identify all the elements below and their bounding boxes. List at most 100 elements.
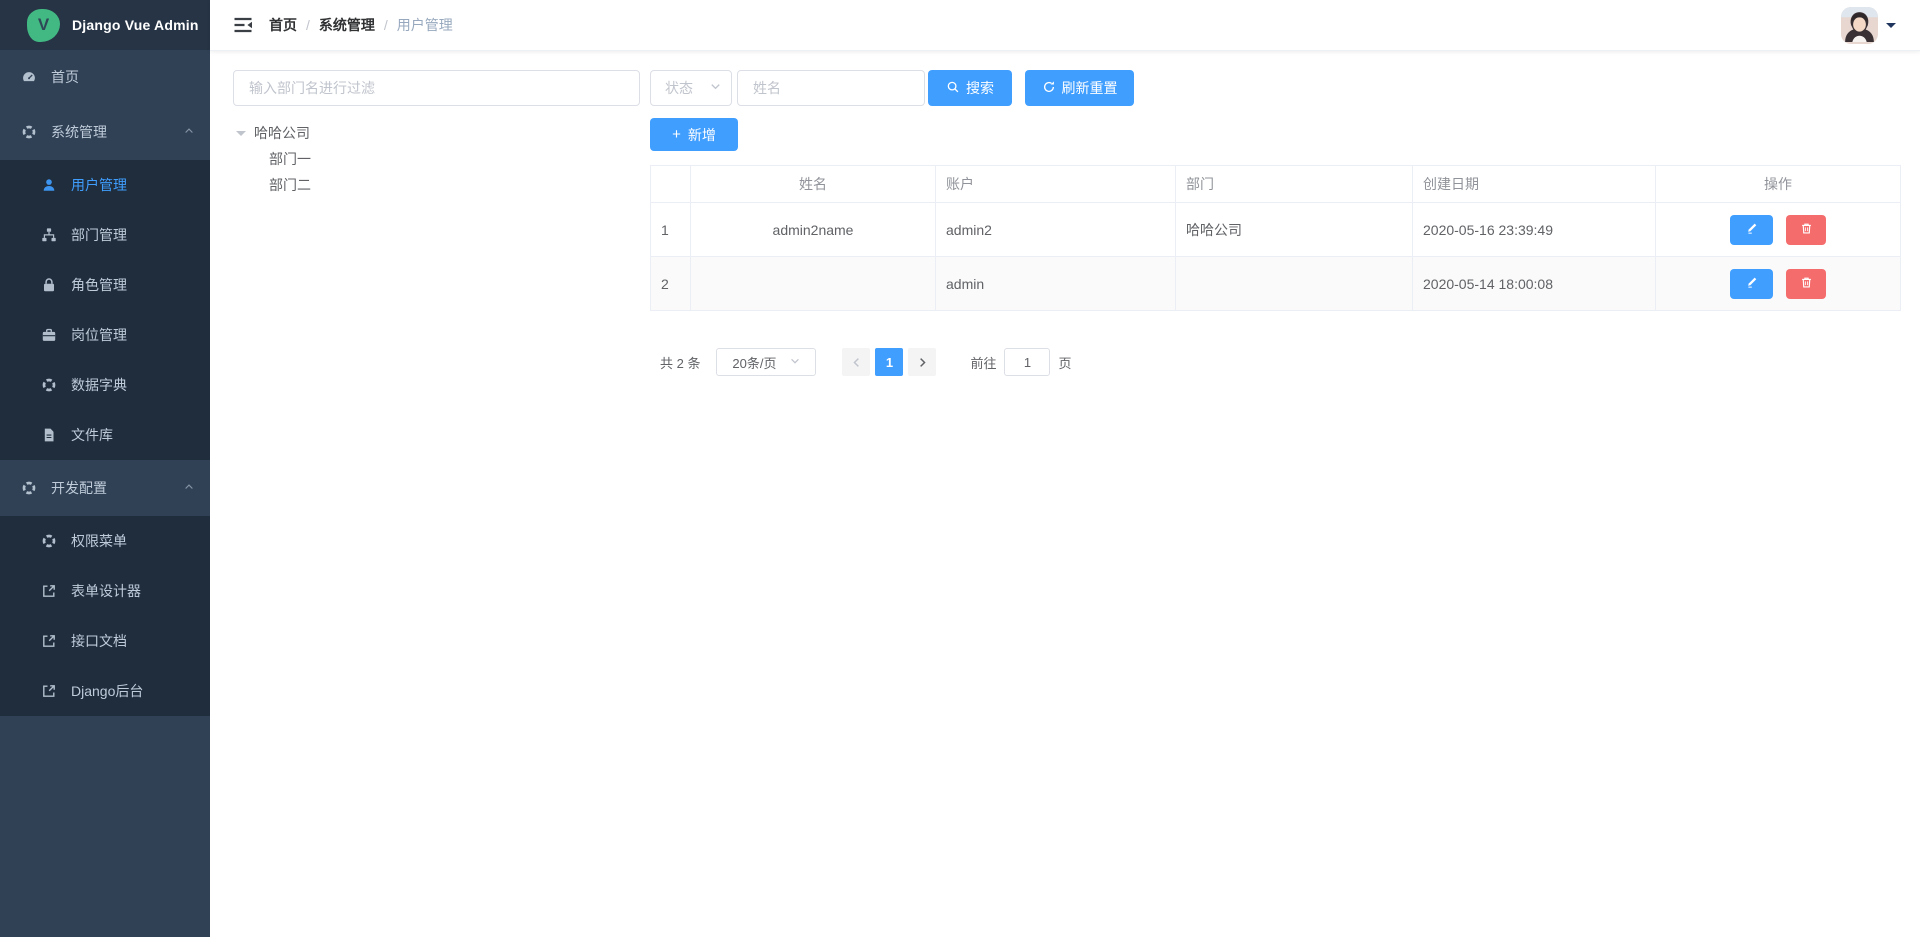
name-filter-input[interactable] (737, 70, 925, 106)
hamburger-collapse-icon[interactable] (233, 15, 253, 35)
page-unit-label: 页 (1058, 353, 1071, 372)
page-number-button[interactable]: 1 (875, 348, 903, 376)
breadcrumb-home[interactable]: 首页 (269, 15, 297, 35)
edit-button[interactable] (1730, 215, 1773, 245)
sidebar-item-label: 文件库 (71, 425, 113, 445)
col-header-account: 账户 (936, 166, 1176, 203)
chevron-down-icon (709, 80, 722, 96)
sidebar-item-label: 岗位管理 (71, 325, 127, 345)
tree-node-child[interactable]: 部门二 (233, 172, 640, 198)
sidebar-item-form-designer[interactable]: 表单设计器 (0, 566, 210, 616)
delete-button[interactable] (1786, 215, 1826, 245)
breadcrumb-system[interactable]: 系统管理 (319, 15, 375, 35)
add-button-label: 新增 (688, 125, 716, 145)
goto-label: 前往 (970, 353, 996, 372)
component-icon (40, 532, 58, 550)
edit-button[interactable] (1730, 269, 1773, 299)
col-header-actions: 操作 (1656, 166, 1901, 203)
table-row: 2 admin 2020-05-14 18:00:08 (651, 257, 1901, 311)
sidebar-item-label: 首页 (51, 67, 79, 87)
lock-icon (40, 276, 58, 294)
col-header-dept: 部门 (1176, 166, 1413, 203)
dept-tree: 哈哈公司 部门一 部门二 (233, 118, 640, 198)
top-navbar: 首页 / 系统管理 / 用户管理 (210, 0, 1920, 51)
refresh-icon (1042, 80, 1056, 97)
status-select-placeholder: 状态 (665, 78, 693, 98)
page-content: 状态 搜索 刷新重置 (210, 51, 1920, 937)
tree-node-label: 哈哈公司 (254, 123, 310, 143)
status-select[interactable]: 状态 (650, 70, 732, 106)
caret-down-icon[interactable] (1886, 23, 1896, 33)
sidebar-item-label: Django后台 (71, 681, 143, 701)
next-page-button[interactable] (908, 348, 936, 376)
user-icon (40, 176, 58, 194)
user-avatar[interactable] (1841, 7, 1878, 44)
delete-button[interactable] (1786, 269, 1826, 299)
cell-account: admin (936, 257, 1176, 311)
cell-index: 2 (651, 257, 691, 311)
app-window: V Django Vue Admin 首页 系统管理 (0, 0, 1920, 937)
logo-bar[interactable]: V Django Vue Admin (0, 0, 210, 50)
dept-filter-input[interactable] (233, 70, 640, 106)
external-link-icon (40, 632, 58, 650)
navbar-right (1841, 7, 1896, 44)
sidebar-item-user-mgmt[interactable]: 用户管理 (0, 160, 210, 210)
cell-created: 2020-05-16 23:39:49 (1413, 203, 1656, 257)
component-icon (20, 123, 38, 141)
sidebar-item-label: 用户管理 (71, 175, 127, 195)
table-panel: + 新增 姓名 账户 部门 (650, 118, 1900, 376)
sidebar-item-data-dict[interactable]: 数据字典 (0, 360, 210, 410)
user-table: 姓名 账户 部门 创建日期 操作 1 admin2name ad (650, 165, 1901, 311)
file-icon (40, 426, 58, 444)
cell-dept (1176, 257, 1413, 311)
sidebar-section-label: 系统管理 (51, 122, 107, 142)
cell-actions (1656, 257, 1901, 311)
breadcrumb: 首页 / 系统管理 / 用户管理 (269, 15, 453, 35)
breadcrumb-separator: / (306, 17, 310, 33)
refresh-reset-button[interactable]: 刷新重置 (1025, 70, 1134, 106)
sidebar-item-role-mgmt[interactable]: 角色管理 (0, 260, 210, 310)
pencil-icon (1745, 276, 1758, 292)
chevron-up-icon (183, 124, 195, 140)
component-icon (20, 479, 38, 497)
pencil-icon (1745, 222, 1758, 238)
sidebar-item-django-admin[interactable]: Django后台 (0, 666, 210, 716)
cell-name: admin2name (691, 203, 936, 257)
tree-node-child[interactable]: 部门一 (233, 146, 640, 172)
pagination-total: 共 2 条 (660, 353, 700, 372)
col-header-name: 姓名 (691, 166, 936, 203)
goto-page-input[interactable] (1004, 348, 1050, 376)
breadcrumb-current: 用户管理 (397, 15, 453, 35)
search-icon (946, 80, 960, 97)
page-size-select[interactable]: 20条/页 (716, 348, 816, 376)
sidebar-section-system[interactable]: 系统管理 (0, 104, 210, 160)
sidebar-item-label: 角色管理 (71, 275, 127, 295)
external-link-icon (40, 582, 58, 600)
search-button[interactable]: 搜索 (928, 70, 1012, 106)
sidebar-item-dept-mgmt[interactable]: 部门管理 (0, 210, 210, 260)
prev-page-button[interactable] (842, 348, 870, 376)
sidebar-item-api-docs[interactable]: 接口文档 (0, 616, 210, 666)
trash-icon (1800, 276, 1813, 292)
component-icon (40, 376, 58, 394)
cell-name (691, 257, 936, 311)
sidebar-item-perm-menu[interactable]: 权限菜单 (0, 516, 210, 566)
sidebar-item-file-library[interactable]: 文件库 (0, 410, 210, 460)
search-button-label: 搜索 (966, 78, 994, 98)
refresh-reset-label: 刷新重置 (1062, 78, 1118, 98)
add-button[interactable]: + 新增 (650, 118, 738, 151)
caret-down-icon[interactable] (236, 131, 246, 141)
tree-node-root[interactable]: 哈哈公司 (233, 120, 640, 146)
plus-icon: + (672, 127, 681, 142)
body-row: 哈哈公司 部门一 部门二 + 新增 (233, 118, 1900, 376)
chevron-down-icon (789, 355, 801, 370)
sidebar-item-home[interactable]: 首页 (0, 50, 210, 104)
vue-logo-icon: V (27, 9, 60, 42)
table-header-row: 姓名 账户 部门 创建日期 操作 (651, 166, 1901, 203)
sidebar-section-dev-config[interactable]: 开发配置 (0, 460, 210, 516)
sidebar-section-label: 开发配置 (51, 478, 107, 498)
col-header-created: 创建日期 (1413, 166, 1656, 203)
cell-account: admin2 (936, 203, 1176, 257)
external-link-icon (40, 682, 58, 700)
sidebar-item-post-mgmt[interactable]: 岗位管理 (0, 310, 210, 360)
